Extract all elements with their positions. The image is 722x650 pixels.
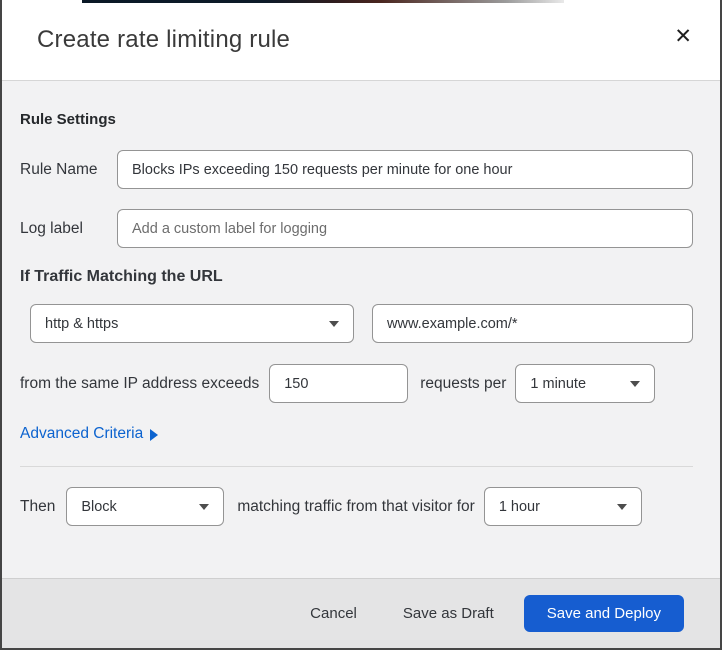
cancel-button[interactable]: Cancel — [300, 597, 367, 630]
chevron-down-icon — [199, 503, 210, 510]
rule-settings-heading: Rule Settings — [20, 111, 116, 128]
then-text: Then — [20, 497, 56, 515]
section-divider — [20, 466, 693, 467]
chevron-down-icon — [329, 320, 339, 327]
rule-name-label: Rule Name — [20, 160, 98, 178]
url-pattern-input[interactable] — [372, 304, 693, 343]
save-and-deploy-button[interactable]: Save and Deploy — [523, 595, 684, 632]
chevron-down-icon — [616, 503, 627, 510]
action-select-value: Block — [81, 498, 117, 515]
duration-select[interactable]: 1 hour — [483, 487, 642, 526]
rule-name-input[interactable] — [117, 150, 693, 189]
threshold-prefix-text: from the same IP address exceeds — [20, 374, 260, 392]
then-action-row: Then Block matching traffic from that vi… — [20, 487, 693, 526]
chevron-right-icon — [150, 428, 159, 441]
dialog-footer: Cancel Save as Draft Save and Deploy — [2, 578, 720, 648]
close-icon[interactable]: ✕ — [668, 20, 698, 53]
traffic-matching-heading: If Traffic Matching the URL — [20, 268, 223, 285]
background-page-peek — [82, 0, 564, 3]
create-rate-limiting-rule-dialog: Create rate limiting rule ✕ Rule Setting… — [0, 0, 722, 650]
duration-select-value: 1 hour — [498, 498, 540, 515]
period-select[interactable]: 1 minute — [515, 364, 656, 403]
requests-per-text: requests per — [420, 374, 507, 392]
log-label-input[interactable] — [117, 209, 693, 248]
period-select-value: 1 minute — [530, 375, 587, 392]
scheme-select[interactable]: http & https — [30, 304, 354, 343]
action-select[interactable]: Block — [66, 487, 225, 526]
log-label-row: Log label — [20, 209, 693, 248]
save-as-draft-button[interactable]: Save as Draft — [393, 597, 504, 630]
dialog-body: Rule Settings Rule Name Log label If Tra… — [2, 81, 720, 578]
chevron-down-icon — [630, 380, 641, 387]
log-label-label: Log label — [20, 219, 83, 237]
scheme-select-value: http & https — [45, 315, 119, 332]
url-match-row: http & https — [20, 304, 693, 343]
matching-traffic-text: matching traffic from that visitor for — [237, 497, 475, 515]
dialog-header: Create rate limiting rule ✕ — [2, 0, 720, 81]
advanced-criteria-link[interactable]: Advanced Criteria — [20, 425, 159, 443]
rule-name-row: Rule Name — [20, 150, 693, 189]
threshold-row: from the same IP address exceeds request… — [20, 364, 693, 403]
dialog-title: Create rate limiting rule — [37, 26, 291, 53]
advanced-criteria-label: Advanced Criteria — [20, 425, 144, 442]
request-count-input[interactable] — [269, 364, 409, 403]
